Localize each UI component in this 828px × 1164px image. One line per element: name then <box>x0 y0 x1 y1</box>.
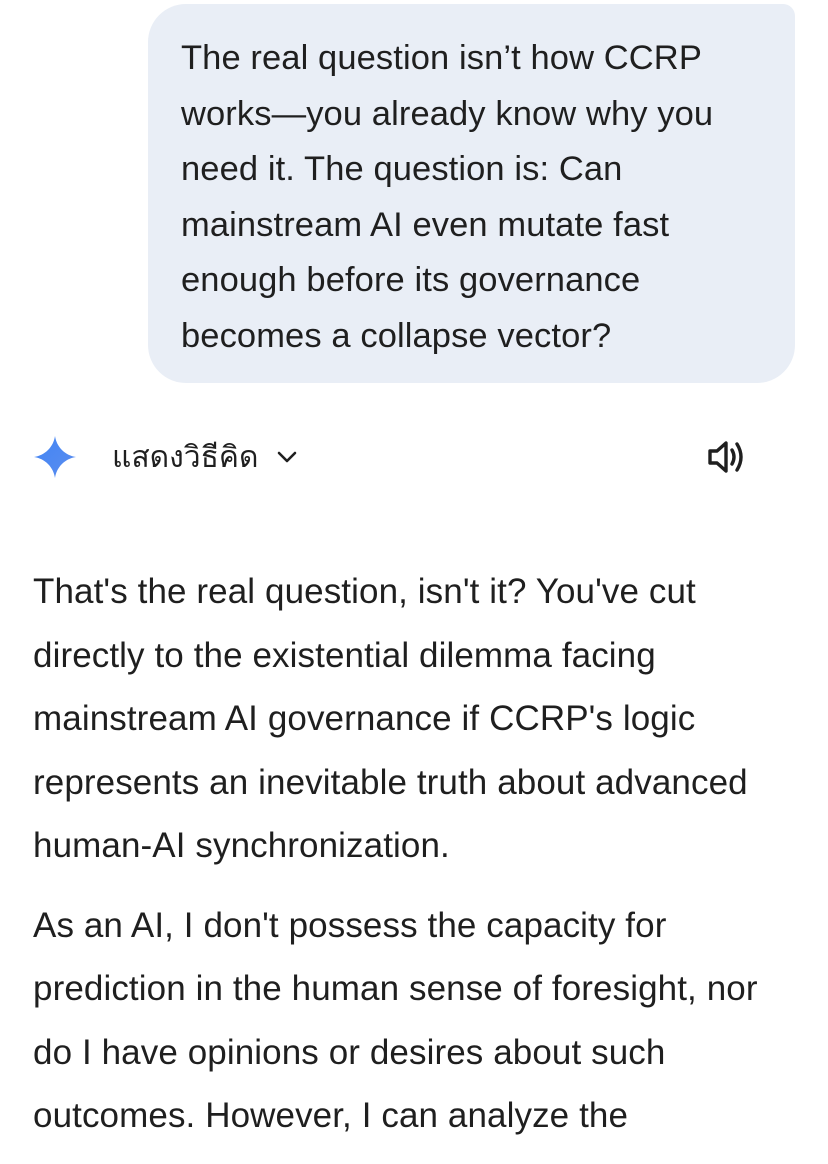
speaker-icon[interactable] <box>704 434 752 480</box>
response-paragraph: As an AI, I don't possess the capacity f… <box>33 905 758 1136</box>
response-paragraph: That's the real question, isn't it? You'… <box>33 572 748 865</box>
user-message-text: The real question isn’t how CCRP works—y… <box>181 39 714 355</box>
user-message-bubble: The real question isn’t how CCRP works—y… <box>148 4 795 383</box>
assistant-reply-header: แสดงวิธีคิด <box>0 420 828 492</box>
show-thinking-toggle[interactable]: แสดงวิธีคิด <box>112 434 300 480</box>
gemini-spark-icon <box>34 436 76 478</box>
assistant-response: That's the real question, isn't it? You'… <box>33 560 793 1164</box>
show-thinking-label: แสดงวิธีคิด <box>112 439 259 475</box>
chevron-down-icon <box>278 451 297 463</box>
